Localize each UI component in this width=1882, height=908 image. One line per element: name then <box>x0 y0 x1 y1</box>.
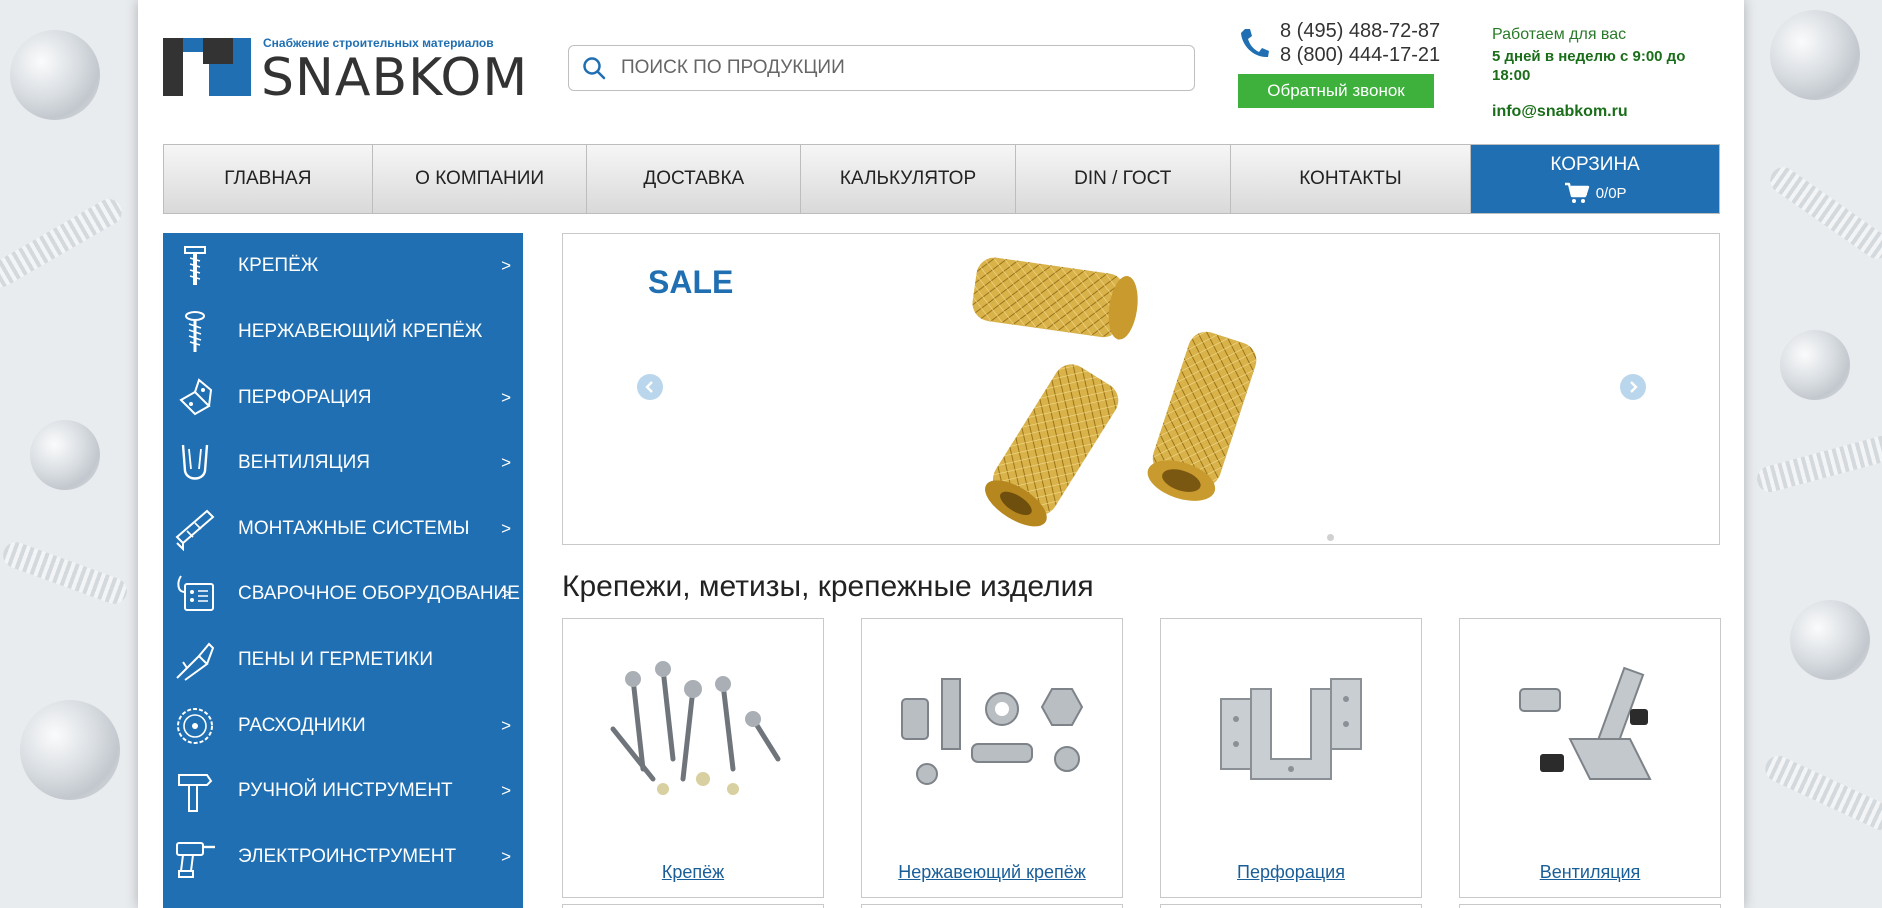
saw-disc-icon <box>171 702 219 750</box>
chevron-right-icon <box>1630 381 1638 393</box>
category-cards: Крепёж Нержавеющий крепёж Перфорация Вен… <box>562 618 1721 908</box>
sidebar-item-label: НЕРЖАВЕЮЩИЙ КРЕПЁЖ <box>238 321 483 342</box>
nav-item-din-gost[interactable]: DIN / ГОСТ <box>1015 145 1231 213</box>
category-card-next-row <box>1459 904 1721 908</box>
site-logo[interactable]: Снабжение строительных материалов SNABKO… <box>163 34 533 108</box>
stainless-fasteners-image <box>901 678 1084 785</box>
hammer-icon <box>171 767 219 815</box>
category-card-fasteners[interactable]: Крепёж <box>562 618 824 898</box>
category-card-next-row <box>1160 904 1422 908</box>
sidebar-item-label: КРЕПЁЖ <box>238 255 319 276</box>
chevron-right-icon: > <box>501 716 511 735</box>
cart-icon <box>1564 182 1589 203</box>
sidebar-item-label: ПЕРФОРАЦИЯ <box>238 387 372 408</box>
category-sidebar: КРЕПЁЖ > НЕРЖАВЕЮЩИЙ КРЕПЁЖ ПЕРФОРАЦИЯ >… <box>163 233 523 908</box>
slide-label: SALE <box>648 264 734 300</box>
chevron-right-icon: > <box>501 781 511 800</box>
ventilation-image <box>1519 666 1652 780</box>
clamp-icon <box>171 439 219 487</box>
main-nav: ГЛАВНАЯ О КОМПАНИИ ДОСТАВКА КАЛЬКУЛЯТОР … <box>163 144 1720 214</box>
category-card-ventilation[interactable]: Вентиляция <box>1459 618 1721 898</box>
slider-next-button[interactable] <box>1620 374 1646 400</box>
page-container: Снабжение строительных материалов SNABKO… <box>138 0 1744 908</box>
sidebar-item-stainless[interactable]: НЕРЖАВЕЮЩИЙ КРЕПЁЖ <box>163 299 523 365</box>
foam-gun-icon <box>171 636 219 684</box>
sidebar-item-label: ПЕНЫ И ГЕРМЕТИКИ <box>238 649 433 670</box>
screw-icon <box>171 242 219 290</box>
chevron-right-icon: > <box>501 453 511 472</box>
sidebar-item-label: РАСХОДНИКИ <box>238 715 366 736</box>
self-tapping-screw-icon <box>171 308 219 356</box>
hours-label: Работаем для вас <box>1492 26 1627 43</box>
angle-bracket-icon <box>171 374 219 422</box>
sidebar-item-ventilation[interactable]: ВЕНТИЛЯЦИЯ > <box>163 430 523 496</box>
working-hours: Работаем для вас 5 дней в неделю с 9:00 … <box>1492 26 1702 121</box>
sidebar-item-power-tools[interactable]: ЭЛЕКТРОИНСТРУМЕНТ > <box>163 824 523 890</box>
sidebar-item-hand-tools[interactable]: РУЧНОЙ ИНСТРУМЕНТ > <box>163 758 523 824</box>
chevron-right-icon: > <box>501 519 511 538</box>
category-link[interactable]: Вентиляция <box>1460 862 1720 883</box>
sidebar-item-foams[interactable]: ПЕНЫ И ГЕРМЕТИКИ <box>163 627 523 693</box>
drill-icon <box>171 833 219 881</box>
sidebar-item-label: ЭЛЕКТРОИНСТРУМЕНТ <box>238 846 457 867</box>
chevron-left-icon <box>645 381 653 393</box>
slider-prev-button[interactable] <box>637 374 663 400</box>
email-link[interactable]: info@snabkom.ru <box>1492 103 1702 121</box>
nav-item-contacts[interactable]: КОНТАКТЫ <box>1230 145 1472 213</box>
nav-item-delivery[interactable]: ДОСТАВКА <box>587 145 802 213</box>
phone-number-2[interactable]: 8 (800) 444-17-21 <box>1280 44 1440 67</box>
chevron-right-icon: > <box>501 584 511 603</box>
nav-item-about[interactable]: О КОМПАНИИ <box>372 145 588 213</box>
logo-name: SNABKOM <box>261 48 529 108</box>
logo-mark-icon <box>163 38 251 96</box>
phone-number-1[interactable]: 8 (495) 488-72-87 <box>1280 20 1440 43</box>
search-icon[interactable] <box>581 55 607 81</box>
category-card-perforation[interactable]: Перфорация <box>1160 618 1422 898</box>
category-link[interactable]: Нержавеющий крепёж <box>862 862 1122 883</box>
sidebar-item-mounting[interactable]: МОНТАЖНЫЕ СИСТЕМЫ > <box>163 496 523 562</box>
search-input[interactable] <box>621 57 1161 79</box>
category-card-stainless[interactable]: Нержавеющий крепёж <box>861 618 1123 898</box>
perforation-image <box>1220 678 1362 780</box>
sidebar-item-fasteners[interactable]: КРЕПЁЖ > <box>163 233 523 299</box>
cart-value: 0/0Р <box>1595 184 1627 202</box>
chevron-right-icon: > <box>501 256 511 275</box>
sidebar-item-welding[interactable]: СВАРОЧНОЕ ОБОРУДОВАНИЕ > <box>163 561 523 627</box>
slide-image <box>972 257 1257 527</box>
promo-slider[interactable]: SALE <box>562 233 1720 545</box>
section-title: Крепежи, метизы, крепежные изделия <box>562 570 1094 603</box>
sidebar-item-label: ВЕНТИЛЯЦИЯ <box>238 452 370 473</box>
search-box[interactable] <box>568 45 1195 91</box>
chevron-right-icon: > <box>501 388 511 407</box>
sidebar-item-consumables[interactable]: РАСХОДНИКИ > <box>163 693 523 759</box>
category-link[interactable]: Перфорация <box>1161 862 1421 883</box>
sidebar-item-label: МОНТАЖНЫЕ СИСТЕМЫ <box>238 518 470 539</box>
sidebar-item-perforation[interactable]: ПЕРФОРАЦИЯ > <box>163 365 523 431</box>
nav-item-home[interactable]: ГЛАВНАЯ <box>164 145 373 213</box>
cart-button[interactable]: КОРЗИНА 0/0Р <box>1471 145 1719 213</box>
cart-title: КОРЗИНА <box>1550 154 1640 175</box>
category-card-next-row <box>562 904 824 908</box>
nav-item-calculator[interactable]: КАЛЬКУЛЯТОР <box>801 145 1016 213</box>
sidebar-item-label: СВАРОЧНОЕ ОБОРУДОВАНИЕ <box>238 583 520 604</box>
welding-machine-icon <box>171 570 219 618</box>
category-card-next-row <box>861 904 1123 908</box>
hours-value: 5 дней в неделю с 9:00 до 18:00 <box>1492 48 1686 84</box>
callback-button[interactable]: Обратный звонок <box>1238 74 1434 108</box>
chevron-right-icon: > <box>501 847 511 866</box>
category-link[interactable]: Крепёж <box>563 862 823 883</box>
fasteners-image <box>610 661 781 795</box>
sidebar-item-label: РУЧНОЙ ИНСТРУМЕНТ <box>238 780 453 801</box>
mounting-rail-icon <box>171 505 219 553</box>
phone-icon <box>1241 29 1269 58</box>
slider-dot[interactable] <box>1327 534 1334 541</box>
